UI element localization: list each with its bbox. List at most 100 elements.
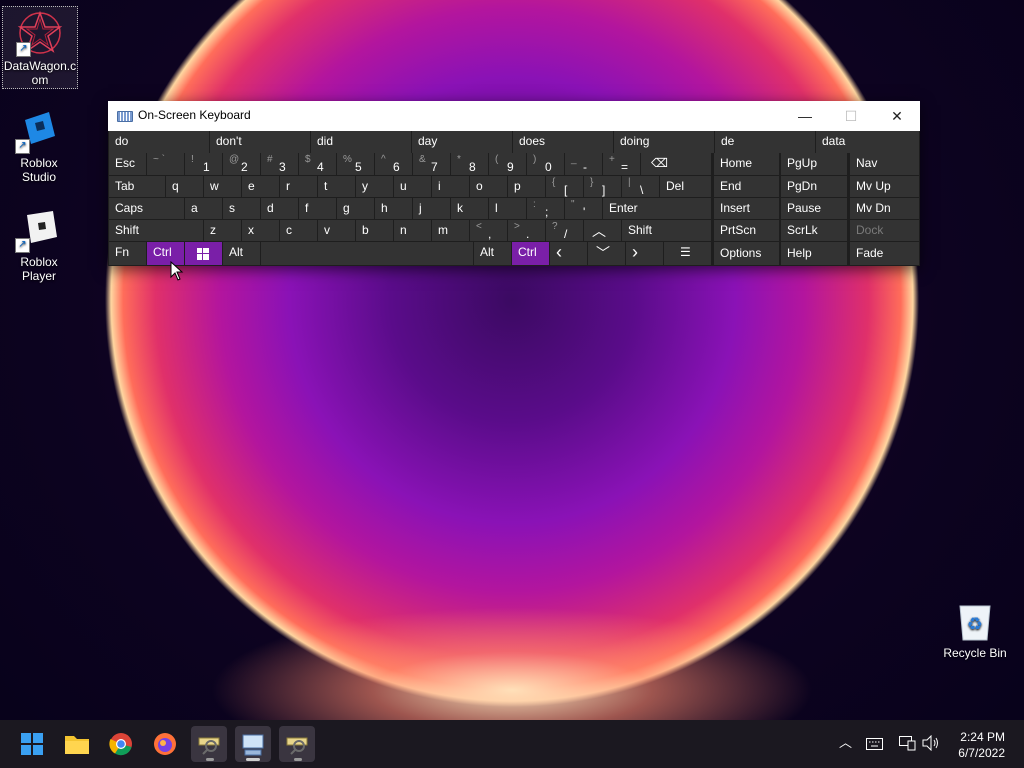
key-home[interactable]: Home xyxy=(714,153,779,175)
key-insert[interactable]: Insert xyxy=(714,198,779,219)
key-comma[interactable]: <, xyxy=(470,220,507,241)
prediction-word[interactable]: doing xyxy=(614,131,714,153)
key-quote[interactable]: " ' xyxy=(565,198,602,219)
desktop-icon-datawagon[interactable]: ↗ DataWagon.c om xyxy=(2,6,78,89)
key-backspace[interactable]: ⌫ xyxy=(641,153,711,175)
key-q[interactable]: q xyxy=(166,176,203,197)
key-a[interactable]: a xyxy=(185,198,222,219)
key-caps[interactable]: Caps xyxy=(109,198,184,219)
key-backslash[interactable]: | \ xyxy=(622,176,659,197)
key-i[interactable]: i xyxy=(432,176,469,197)
key-enter[interactable]: Enter xyxy=(603,198,711,219)
key-3[interactable]: #3 xyxy=(261,153,298,175)
prediction-word[interactable]: did xyxy=(311,131,411,153)
key-scrlk[interactable]: ScrLk xyxy=(781,220,847,241)
key-semicolon[interactable]: :; xyxy=(527,198,564,219)
taskbar-osk[interactable] xyxy=(235,726,271,762)
keyboard-layout-icon[interactable] xyxy=(866,737,883,755)
key-pgup[interactable]: PgUp xyxy=(781,153,847,175)
osk-titlebar[interactable]: On-Screen Keyboard — ☐ ✕ xyxy=(108,101,920,131)
start-button[interactable] xyxy=(14,726,50,762)
key-o[interactable]: o xyxy=(470,176,507,197)
key-r[interactable]: r xyxy=(280,176,317,197)
key-s[interactable]: s xyxy=(223,198,260,219)
key-alt-right[interactable]: Alt xyxy=(474,242,511,265)
key-mv-up[interactable]: Mv Up xyxy=(850,176,919,197)
key-j[interactable]: j xyxy=(413,198,450,219)
key-w[interactable]: w xyxy=(204,176,241,197)
key-esc[interactable]: Esc xyxy=(109,153,146,175)
key-4[interactable]: $4 xyxy=(299,153,336,175)
prediction-word[interactable]: do xyxy=(109,131,209,153)
key-alt-left[interactable]: Alt xyxy=(223,242,260,265)
prediction-word[interactable]: de xyxy=(715,131,815,153)
desktop-icon-roblox-studio[interactable]: ↗ Roblox Studio xyxy=(2,104,76,184)
key-pause[interactable]: Pause xyxy=(781,198,847,219)
key-down-arrow[interactable]: ﹀ xyxy=(588,242,625,265)
desktop-icon-roblox-player[interactable]: ↗ Roblox Player xyxy=(2,203,76,283)
key-n[interactable]: n xyxy=(394,220,431,241)
key-minus[interactable]: _ - xyxy=(565,153,602,175)
key-b[interactable]: b xyxy=(356,220,393,241)
key-right-bracket[interactable]: }] xyxy=(584,176,621,197)
key-help[interactable]: Help xyxy=(781,242,847,265)
network-icon[interactable] xyxy=(899,736,916,756)
taskbar-file-explorer[interactable] xyxy=(59,726,95,762)
minimize-button[interactable]: — xyxy=(782,101,828,131)
key-windows[interactable] xyxy=(185,242,222,265)
key-v[interactable]: v xyxy=(318,220,355,241)
key-del[interactable]: Del xyxy=(660,176,711,197)
key-7[interactable]: & 7 xyxy=(413,153,450,175)
key-period[interactable]: >. xyxy=(508,220,545,241)
key-pgdn[interactable]: PgDn xyxy=(781,176,847,197)
key-9[interactable]: (9 xyxy=(489,153,526,175)
key-left-bracket[interactable]: {[ xyxy=(546,176,583,197)
taskbar-app-1[interactable] xyxy=(191,726,227,762)
key-c[interactable]: c xyxy=(280,220,317,241)
key-l[interactable]: l xyxy=(489,198,526,219)
key-space[interactable] xyxy=(261,242,473,265)
key-u[interactable]: u xyxy=(394,176,431,197)
key-right-arrow[interactable]: › xyxy=(626,242,663,265)
key-z[interactable]: z xyxy=(204,220,241,241)
prediction-word[interactable]: data xyxy=(816,131,919,153)
key-2[interactable]: @2 xyxy=(223,153,260,175)
key-e[interactable]: e xyxy=(242,176,279,197)
key-ctrl-right[interactable]: Ctrl xyxy=(512,242,549,265)
key-x[interactable]: x xyxy=(242,220,279,241)
key-up-arrow[interactable]: ︿ xyxy=(584,220,621,241)
key-fn[interactable]: Fn xyxy=(109,242,146,265)
key-h[interactable]: h xyxy=(375,198,412,219)
key-t[interactable]: t xyxy=(318,176,355,197)
key-k[interactable]: k xyxy=(451,198,488,219)
prediction-word[interactable]: does xyxy=(513,131,613,153)
taskbar-firefox[interactable] xyxy=(147,726,183,762)
prediction-word[interactable]: day xyxy=(412,131,512,153)
key-1[interactable]: ! 1 xyxy=(185,153,222,175)
taskbar-chrome[interactable] xyxy=(103,726,139,762)
key-f[interactable]: f xyxy=(299,198,336,219)
tray-overflow-chevron-icon[interactable]: ︿ xyxy=(839,732,852,751)
desktop-icon-recycle-bin[interactable]: ♻ Recycle Bin xyxy=(938,594,1012,660)
key-shift-left[interactable]: Shift xyxy=(109,220,203,241)
key-end[interactable]: End xyxy=(714,176,779,197)
key-shift-right[interactable]: Shift xyxy=(622,220,711,241)
key-p[interactable]: p xyxy=(508,176,545,197)
key-y[interactable]: y xyxy=(356,176,393,197)
key-menu[interactable]: ☰ xyxy=(664,242,711,265)
key-fade[interactable]: Fade xyxy=(850,242,919,265)
key-g[interactable]: g xyxy=(337,198,374,219)
clock[interactable]: 2:24 PM 6/7/2022 xyxy=(958,729,1005,761)
volume-icon[interactable] xyxy=(922,734,940,756)
key-m[interactable]: m xyxy=(432,220,469,241)
close-button[interactable]: ✕ xyxy=(874,101,920,131)
key-equals[interactable]: + = xyxy=(603,153,640,175)
key-8[interactable]: * 8 xyxy=(451,153,488,175)
key-prtscn[interactable]: PrtScn xyxy=(714,220,779,241)
key-6[interactable]: ^ 6 xyxy=(375,153,412,175)
key-5[interactable]: % 5 xyxy=(337,153,374,175)
key-mv-dn[interactable]: Mv Dn xyxy=(850,198,919,219)
key-slash[interactable]: ? / xyxy=(546,220,583,241)
key-options[interactable]: Options xyxy=(714,242,779,265)
prediction-word[interactable]: don't xyxy=(210,131,310,153)
